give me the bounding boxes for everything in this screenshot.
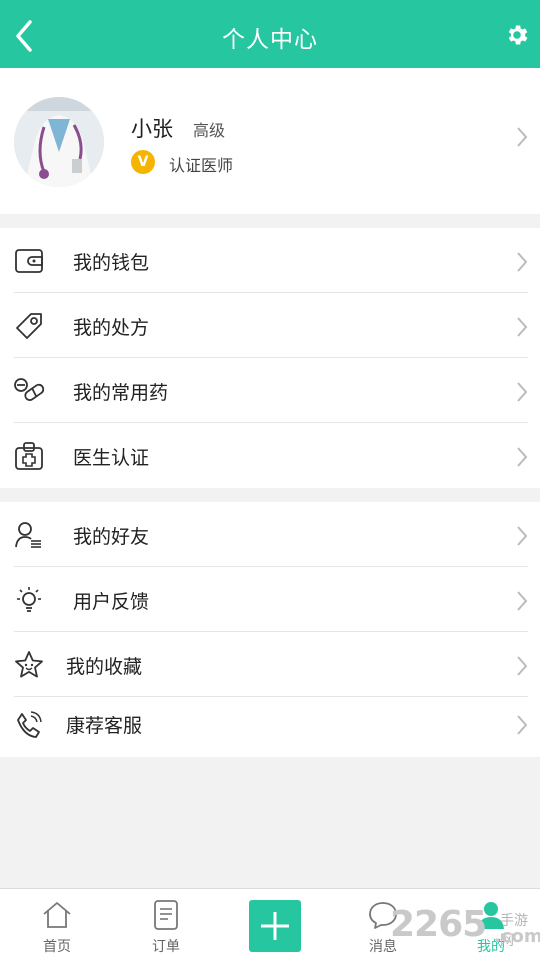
chevron-right-icon [517, 591, 528, 611]
avatar [14, 97, 104, 187]
wallet-icon [12, 244, 46, 278]
doctor-avatar-image [14, 97, 104, 187]
menu-label: 我的处方 [73, 317, 150, 339]
menu-group-1: 我的钱包 我的处方 我的常用药 医生认证 [0, 228, 540, 488]
menu-item-feedback[interactable]: 用户反馈 [0, 567, 540, 632]
chevron-right-icon [517, 526, 528, 546]
user-icon [474, 899, 508, 931]
menu-label: 用户反馈 [73, 591, 150, 613]
tab-me[interactable]: 我的 [437, 889, 540, 960]
chevron-right-icon [517, 447, 528, 467]
menu-item-prescription[interactable]: 我的处方 [0, 293, 540, 358]
chevron-left-icon [16, 20, 32, 52]
gear-icon [508, 25, 528, 45]
menu-item-common-drugs[interactable]: 我的常用药 [0, 358, 540, 423]
tab-home[interactable]: 首页 [3, 889, 111, 960]
menu-item-wallet[interactable]: 我的钱包 [0, 228, 540, 293]
menu-label: 康荐客服 [66, 715, 143, 737]
tag-icon [12, 309, 46, 343]
plus-icon [261, 912, 289, 940]
verified-badge-icon: V [131, 150, 155, 174]
phone-icon [12, 708, 46, 742]
profile-card[interactable]: 小张 高级 V 认证医师 [0, 68, 540, 214]
profile-level: 高级 [193, 121, 226, 140]
star-icon [12, 648, 46, 682]
tab-label: 订单 [152, 939, 180, 955]
badge-letter: V [137, 154, 149, 170]
chevron-right-icon [517, 715, 528, 735]
tab-label: 首页 [43, 939, 71, 955]
order-icon [149, 899, 183, 931]
page-title: 个人中心 [222, 27, 318, 53]
menu-label: 我的钱包 [73, 252, 150, 274]
menu-label: 我的好友 [73, 526, 150, 548]
menu-group-2: 我的好友 用户反馈 我的收藏 康荐客服 [0, 502, 540, 757]
chevron-right-icon [517, 127, 528, 147]
header-bar: 个人中心 [0, 0, 540, 68]
pill-icon [12, 374, 46, 408]
back-button[interactable] [8, 16, 40, 56]
tab-label: 消息 [369, 939, 397, 955]
menu-label: 我的常用药 [73, 382, 169, 404]
profile-name: 小张 [131, 117, 173, 141]
menu-item-friends[interactable]: 我的好友 [0, 502, 540, 567]
tab-orders[interactable]: 订单 [112, 889, 220, 960]
bulb-icon [12, 583, 46, 617]
menu-label: 我的收藏 [66, 656, 143, 678]
bottom-tab-bar: 首页 订单 消息 我的 [0, 888, 540, 960]
tab-messages[interactable]: 消息 [329, 889, 437, 960]
chevron-right-icon [517, 317, 528, 337]
chevron-right-icon [517, 382, 528, 402]
doctor-badge-icon [12, 439, 46, 473]
add-button[interactable] [249, 900, 301, 952]
message-icon [366, 899, 400, 931]
tab-label: 我的 [477, 939, 505, 955]
settings-button[interactable] [502, 20, 532, 50]
menu-item-customer-service[interactable]: 康荐客服 [0, 697, 540, 757]
chevron-right-icon [517, 656, 528, 676]
home-icon [40, 899, 74, 931]
menu-item-favorites[interactable]: 我的收藏 [0, 632, 540, 697]
menu-label: 医生认证 [73, 447, 150, 469]
friends-icon [12, 518, 46, 552]
chevron-right-icon [517, 252, 528, 272]
certification-label: 认证医师 [169, 156, 234, 175]
menu-item-doctor-cert[interactable]: 医生认证 [0, 423, 540, 488]
